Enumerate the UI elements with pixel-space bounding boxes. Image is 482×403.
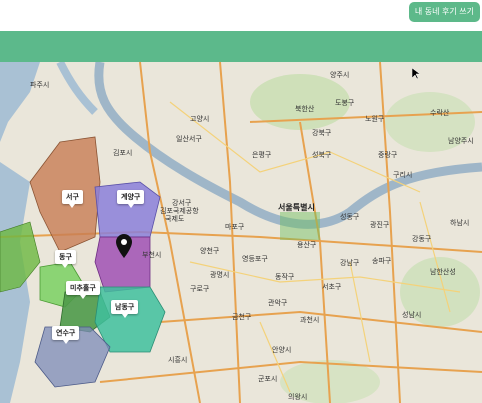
- place-label: 서울특별시: [278, 203, 315, 212]
- place-label: 관악구: [268, 299, 288, 307]
- place-label: 강남구: [340, 259, 360, 267]
- place-label: 하남시: [450, 219, 470, 227]
- seoul-center: [280, 212, 320, 240]
- mouse-cursor-icon: [412, 68, 420, 80]
- place-label: 성동구: [340, 213, 360, 221]
- place-label: 성북구: [312, 151, 332, 159]
- place-label: 구로구: [190, 285, 210, 293]
- place-label: 남한산성: [430, 268, 456, 276]
- header-bar: [0, 31, 482, 62]
- place-label: 부천시: [142, 251, 162, 259]
- district-label-dong-gu[interactable]: 동구: [55, 250, 76, 268]
- district-ganghwa: [0, 221, 41, 293]
- place-label: 성남시: [402, 311, 422, 319]
- place-label: 시흥시: [168, 356, 188, 364]
- place-label: 영등포구: [242, 255, 268, 263]
- district-label-yeonsu-gu[interactable]: 연수구: [52, 326, 80, 344]
- place-label: 광진구: [370, 221, 390, 229]
- river-north: [56, 62, 98, 115]
- place-label: 고양시: [190, 115, 210, 123]
- place-label: 도봉구: [335, 99, 355, 107]
- district-label-gyeyang-gu[interactable]: 계양구: [117, 190, 145, 208]
- place-label: 군포시: [258, 375, 278, 383]
- place-label: 양주시: [330, 71, 350, 79]
- write-review-button[interactable]: 내 동네 후기 쓰기: [408, 2, 480, 22]
- place-label: 남양주시: [448, 137, 474, 145]
- place-label: 서초구: [322, 283, 342, 291]
- place-label: 국제도: [165, 215, 185, 223]
- location-pin-icon[interactable]: [116, 234, 132, 258]
- place-label: 용산구: [297, 241, 317, 249]
- place-label: 은평구: [252, 151, 272, 159]
- place-label: 구리시: [393, 171, 413, 179]
- place-label: 과천시: [300, 316, 320, 324]
- sea-north: [0, 62, 40, 142]
- map[interactable]: 김포시 고양시 서울특별시 부천시 광명시 과천시 안양시 시흥시 군포시 의왕…: [0, 62, 482, 403]
- place-label: 송파구: [372, 257, 392, 265]
- district-label-michuhol-gu[interactable]: 미추홀구: [66, 281, 100, 299]
- place-label: 일산서구: [176, 135, 202, 143]
- district-label-namdong-gu[interactable]: 남동구: [111, 300, 139, 318]
- place-label: 강북구: [312, 129, 332, 137]
- place-label: 김포시: [113, 149, 133, 157]
- place-label: 수락산: [430, 109, 450, 117]
- place-label: 북한산: [295, 105, 315, 113]
- place-label: 중랑구: [378, 151, 398, 159]
- top-bar: 내 동네 후기 쓰기: [0, 0, 482, 31]
- place-label: 동작구: [275, 273, 295, 281]
- map-base: [0, 62, 482, 403]
- place-label: 의왕시: [288, 393, 308, 401]
- place-label: 마포구: [225, 223, 245, 231]
- place-label: 양천구: [200, 247, 220, 255]
- district-label-seo-gu[interactable]: 서구: [62, 190, 83, 208]
- place-label: 금천구: [232, 313, 252, 321]
- place-label: 강동구: [412, 235, 432, 243]
- place-label: 노원구: [365, 115, 385, 123]
- place-label: 파주시: [30, 81, 50, 89]
- place-label: 안양시: [272, 346, 292, 354]
- place-label: 광명시: [210, 271, 230, 279]
